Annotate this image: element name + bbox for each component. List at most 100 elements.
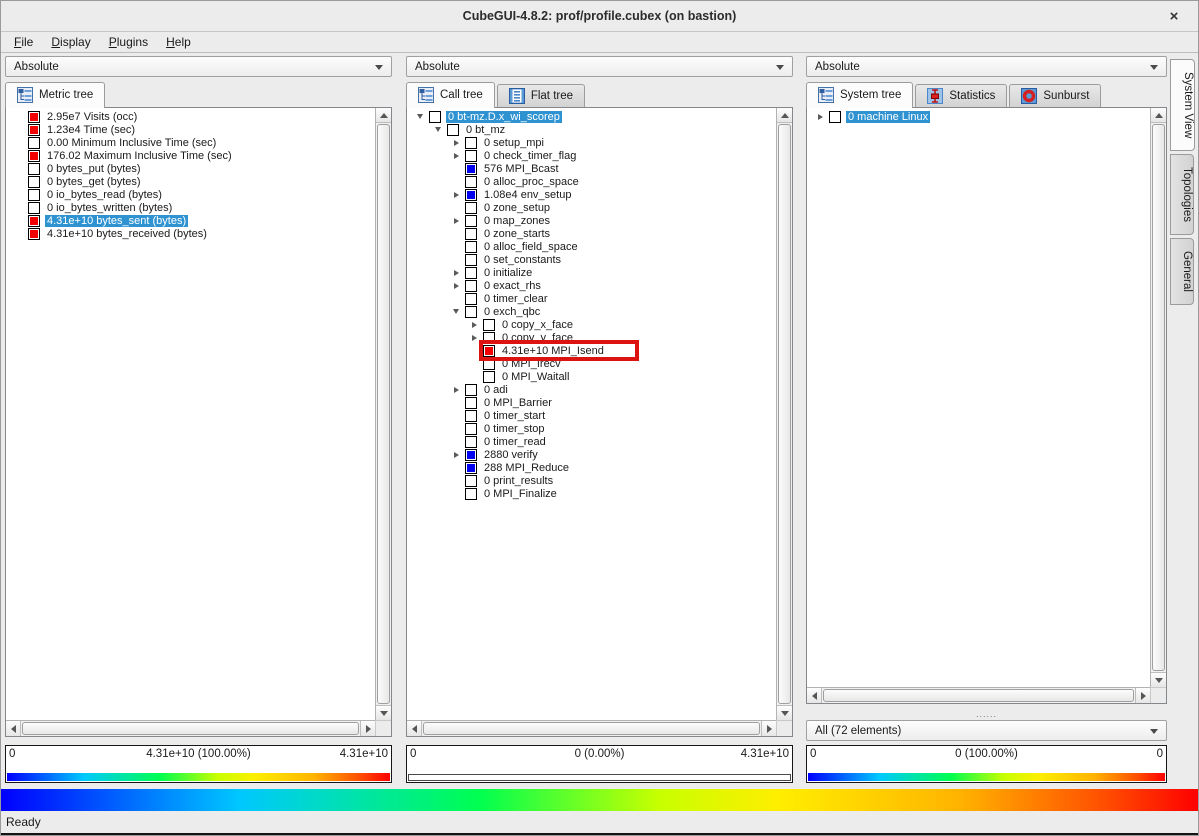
tree-item-label[interactable]: 0 alloc_proc_space bbox=[482, 176, 581, 188]
metric-color-box[interactable] bbox=[465, 410, 477, 422]
tree-row[interactable]: 0 zone_setup bbox=[407, 201, 776, 214]
tree-item-label[interactable]: 0 MPI_Barrier bbox=[482, 397, 554, 409]
tab-statistics[interactable]: Statistics bbox=[915, 84, 1007, 107]
tree-row[interactable]: 0 setup_mpi bbox=[407, 136, 776, 149]
tree-item-label[interactable]: 4.31e+10 bytes_sent (bytes) bbox=[45, 215, 188, 227]
scroll-left-button[interactable] bbox=[6, 721, 21, 736]
scroll-right-button[interactable] bbox=[1135, 688, 1150, 703]
tree-row[interactable]: 0 alloc_field_space bbox=[407, 240, 776, 253]
expander-slot[interactable] bbox=[447, 218, 465, 224]
tree-item-label[interactable]: 0 io_bytes_read (bytes) bbox=[45, 189, 164, 201]
expand-arrow-icon[interactable] bbox=[454, 218, 459, 224]
tab-metric-tree[interactable]: Metric tree bbox=[5, 82, 105, 108]
tree-row[interactable]: 576 MPI_Bcast bbox=[407, 162, 776, 175]
metric-color-box[interactable] bbox=[483, 345, 495, 357]
tree-row[interactable]: 1.08e4 env_setup bbox=[407, 188, 776, 201]
metric-color-box[interactable] bbox=[465, 137, 477, 149]
menu-help[interactable]: Help bbox=[157, 33, 200, 51]
expander-slot[interactable] bbox=[465, 335, 483, 341]
horizontal-scrollbar[interactable] bbox=[407, 720, 776, 736]
tree-row[interactable]: 0 print_results bbox=[407, 474, 776, 487]
scroll-up-button[interactable] bbox=[777, 108, 792, 123]
tree-item-label[interactable]: 0 exch_qbc bbox=[482, 306, 542, 318]
metric-value-mode-combo[interactable]: Absolute bbox=[5, 56, 392, 77]
splitter-handle[interactable]: ...... bbox=[806, 712, 1167, 720]
tree-item-label[interactable]: 0 bt-mz.D.x_wi_scorep bbox=[446, 111, 562, 123]
scrollbar-thumb[interactable] bbox=[423, 722, 760, 735]
scrollbar-track[interactable] bbox=[822, 688, 1135, 703]
expand-arrow-icon[interactable] bbox=[472, 322, 477, 328]
metric-color-box[interactable] bbox=[465, 267, 477, 279]
tree-item-label[interactable]: 4.31e+10 bytes_received (bytes) bbox=[45, 228, 209, 240]
tree-item-label[interactable]: 0 setup_mpi bbox=[482, 137, 546, 149]
side-tab-general[interactable]: General bbox=[1170, 238, 1194, 305]
tree-row[interactable]: 0 machine Linux bbox=[807, 110, 1150, 123]
tree-row[interactable]: 0 zone_starts bbox=[407, 227, 776, 240]
metric-color-box[interactable] bbox=[465, 241, 477, 253]
expander-slot[interactable] bbox=[429, 127, 447, 132]
scroll-up-button[interactable] bbox=[376, 108, 391, 123]
tree-row[interactable]: 0 MPI_Finalize bbox=[407, 487, 776, 500]
tree-item-label[interactable]: 0 bt_mz bbox=[464, 124, 507, 136]
scrollbar-thumb[interactable] bbox=[22, 722, 359, 735]
tree-row[interactable]: 4.31e+10 bytes_sent (bytes) bbox=[6, 214, 375, 227]
horizontal-scrollbar[interactable] bbox=[807, 687, 1150, 703]
scroll-right-button[interactable] bbox=[360, 721, 375, 736]
expander-slot[interactable] bbox=[447, 283, 465, 289]
tab-system-tree[interactable]: System tree bbox=[806, 82, 913, 108]
tree-row[interactable]: 4.31e+10 MPI_Isend bbox=[407, 344, 776, 357]
tree-row[interactable]: 0 timer_start bbox=[407, 409, 776, 422]
tree-item-label[interactable]: 0 io_bytes_written (bytes) bbox=[45, 202, 174, 214]
metric-color-box[interactable] bbox=[465, 423, 477, 435]
scrollbar-track[interactable] bbox=[777, 123, 792, 705]
tree-row[interactable]: 0 alloc_proc_space bbox=[407, 175, 776, 188]
menu-plugins[interactable]: Plugins bbox=[100, 33, 157, 51]
tree-item-label[interactable]: 0 print_results bbox=[482, 475, 555, 487]
scrollbar-track[interactable] bbox=[1151, 123, 1166, 672]
scroll-down-button[interactable] bbox=[376, 705, 391, 720]
tree-item-label[interactable]: 576 MPI_Bcast bbox=[482, 163, 561, 175]
tree-row[interactable]: 0 initialize bbox=[407, 266, 776, 279]
scrollbar-thumb[interactable] bbox=[778, 124, 791, 704]
tree-item-label[interactable]: 0.00 Minimum Inclusive Time (sec) bbox=[45, 137, 218, 149]
tree-item-label[interactable]: 0 timer_stop bbox=[482, 423, 547, 435]
tree-item-label[interactable]: 0 map_zones bbox=[482, 215, 552, 227]
tree-row[interactable]: 0 set_constants bbox=[407, 253, 776, 266]
tab-call-tree[interactable]: Call tree bbox=[406, 82, 495, 108]
expander-slot[interactable] bbox=[447, 140, 465, 146]
call-value-mode-combo[interactable]: Absolute bbox=[406, 56, 793, 77]
tree-item-label[interactable]: 0 exact_rhs bbox=[482, 280, 543, 292]
collapse-arrow-icon[interactable] bbox=[453, 309, 459, 314]
tree-row[interactable]: 2880 verify bbox=[407, 448, 776, 461]
metric-color-box[interactable] bbox=[465, 215, 477, 227]
expand-arrow-icon[interactable] bbox=[454, 192, 459, 198]
expand-arrow-icon[interactable] bbox=[454, 452, 459, 458]
tree-item-label[interactable]: 176.02 Maximum Inclusive Time (sec) bbox=[45, 150, 234, 162]
collapse-arrow-icon[interactable] bbox=[417, 114, 423, 119]
close-button[interactable]: × bbox=[1164, 6, 1184, 26]
expander-slot[interactable] bbox=[447, 387, 465, 393]
metric-color-box[interactable] bbox=[465, 202, 477, 214]
metric-color-box[interactable] bbox=[447, 124, 459, 136]
expand-arrow-icon[interactable] bbox=[454, 387, 459, 393]
tree-item-label[interactable]: 0 check_timer_flag bbox=[482, 150, 578, 162]
tree-item-label[interactable]: 0 MPI_Finalize bbox=[482, 488, 559, 500]
tree-item-label[interactable]: 0 timer_read bbox=[482, 436, 548, 448]
scroll-up-button[interactable] bbox=[1151, 108, 1166, 123]
tree-row[interactable]: 0 bytes_put (bytes) bbox=[6, 162, 375, 175]
tree-item-label[interactable]: 0 set_constants bbox=[482, 254, 563, 266]
metric-color-box[interactable] bbox=[465, 488, 477, 500]
tree-row[interactable]: 0 copy_y_face bbox=[407, 331, 776, 344]
tree-item-label[interactable]: 0 adi bbox=[482, 384, 510, 396]
expand-arrow-icon[interactable] bbox=[472, 335, 477, 341]
metric-color-box[interactable] bbox=[28, 202, 40, 214]
menu-file[interactable]: File bbox=[5, 33, 42, 51]
tree-item-label[interactable]: 0 MPI_Irecv bbox=[500, 358, 563, 370]
vertical-scrollbar[interactable] bbox=[776, 108, 792, 720]
metric-color-box[interactable] bbox=[28, 215, 40, 227]
metric-color-box[interactable] bbox=[465, 462, 477, 474]
metric-color-box[interactable] bbox=[465, 254, 477, 266]
system-filter-combo[interactable]: All (72 elements) bbox=[806, 720, 1167, 741]
scrollbar-thumb[interactable] bbox=[823, 689, 1134, 702]
tree-item-label[interactable]: 1.08e4 env_setup bbox=[482, 189, 573, 201]
